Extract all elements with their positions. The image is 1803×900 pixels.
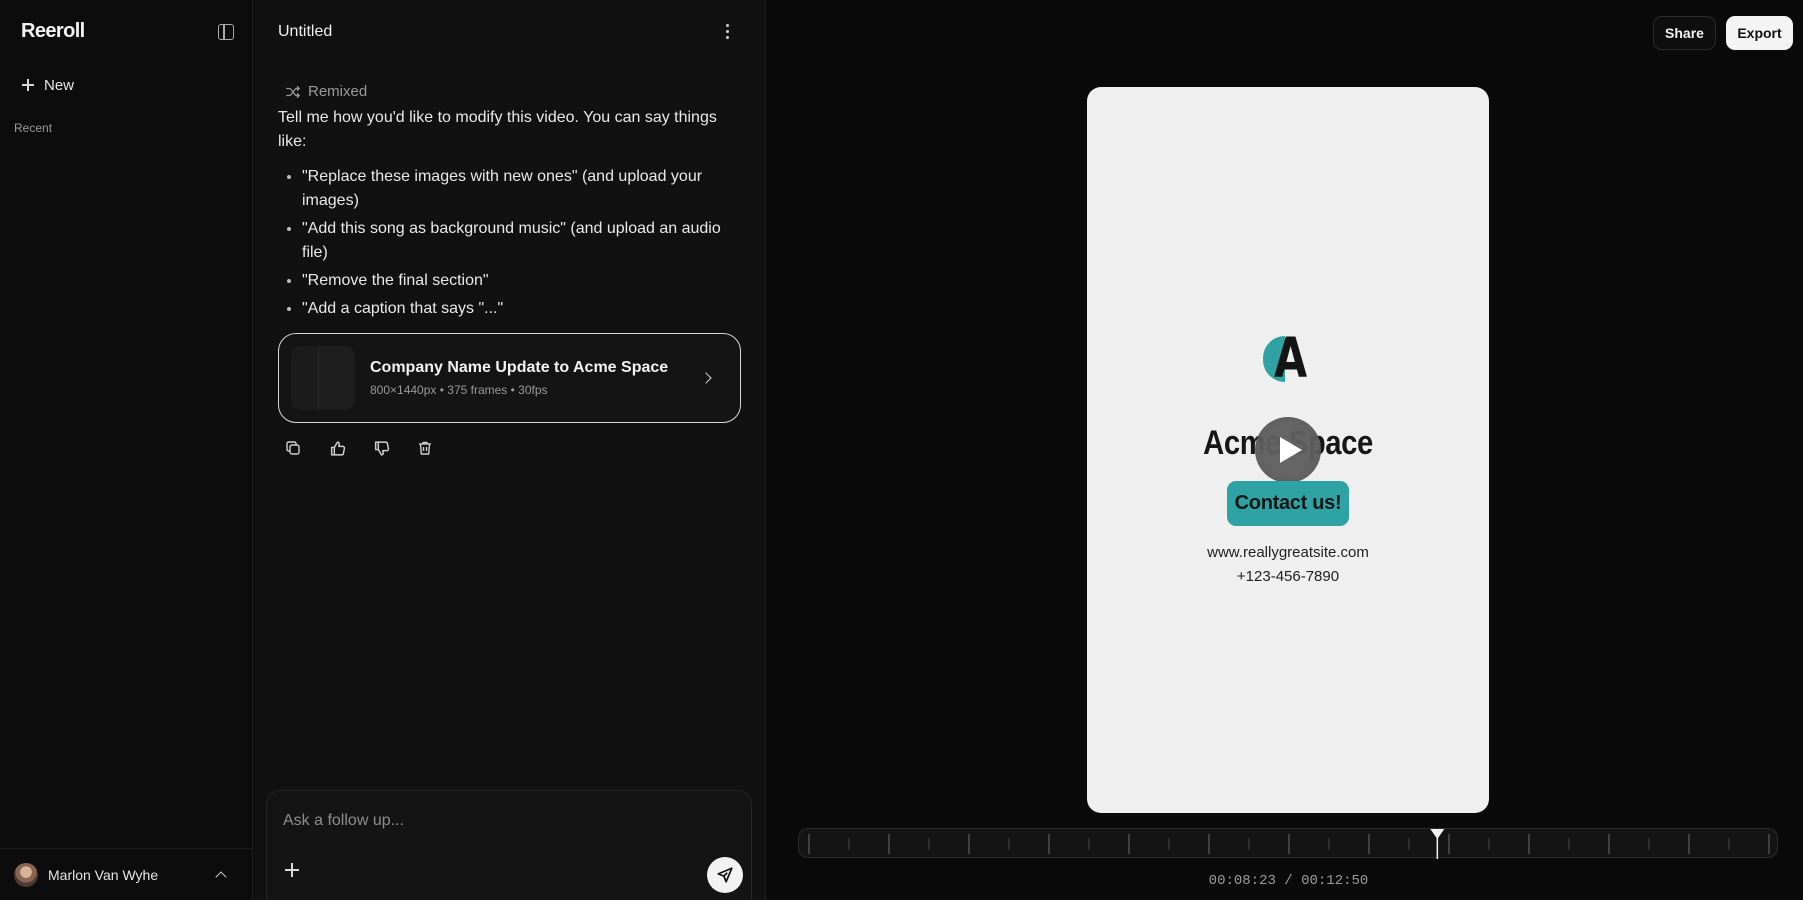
- video-preview[interactable]: A Acme Space Contact us! www.reallygreat…: [1087, 87, 1489, 813]
- chevron-right-icon: [700, 372, 712, 384]
- sidebar: Reeroll New Recent Marlon Van Wyhe: [0, 0, 253, 900]
- remixed-label: Remixed: [308, 83, 368, 100]
- page-title[interactable]: Untitled: [278, 23, 332, 41]
- timecode: 00:08:23 / 00:12:50: [1208, 873, 1369, 889]
- sidebar-toggle-icon[interactable]: [218, 24, 234, 40]
- chat-panel: Untitled Remixed Tell me how you'd like …: [254, 0, 766, 900]
- contact-cta: Contact us!: [1227, 481, 1349, 526]
- list-item: "Add this song as background music" (and…: [302, 217, 748, 265]
- card-meta: 800×1440px • 375 frames • 30fps: [370, 383, 548, 397]
- logo-letter: A: [1274, 326, 1308, 390]
- list-item: "Add a caption that says "...": [302, 297, 748, 321]
- copy-button[interactable]: [282, 437, 304, 459]
- recent-section-label: Recent: [14, 121, 53, 135]
- plus-icon: [22, 79, 34, 91]
- card-title: Company Name Update to Acme Space: [370, 359, 669, 376]
- timeline-scrubber[interactable]: [798, 828, 1778, 859]
- list-item: "Remove the final section": [302, 269, 748, 293]
- video-version-card[interactable]: Company Name Update to Acme Space 800×14…: [278, 333, 741, 423]
- app-logo[interactable]: Reeroll: [21, 20, 85, 43]
- play-button[interactable]: [1255, 417, 1321, 483]
- website-text: www.reallygreatsite.com: [1207, 544, 1369, 561]
- share-button[interactable]: Share: [1653, 16, 1716, 50]
- more-options-icon[interactable]: [724, 24, 730, 42]
- thumbs-down-icon: [374, 440, 389, 456]
- suggestion-list: "Replace these images with new ones" (an…: [302, 165, 748, 325]
- follow-up-input[interactable]: [283, 809, 723, 833]
- shuffle-icon: [286, 85, 300, 98]
- playhead-handle[interactable]: [1430, 829, 1445, 839]
- export-button[interactable]: Export: [1726, 16, 1793, 50]
- copy-icon: [286, 441, 300, 455]
- timeline-ticks: [808, 829, 1770, 859]
- message-actions: [282, 437, 436, 459]
- play-icon: [1280, 437, 1302, 463]
- new-chat-button[interactable]: New: [12, 72, 84, 98]
- trash-icon: [419, 441, 431, 455]
- delete-button[interactable]: [414, 437, 436, 459]
- assistant-message: Tell me how you'd like to modify this vi…: [278, 109, 717, 150]
- thumbs-up-button[interactable]: [326, 437, 348, 459]
- thumbs-up-icon: [330, 440, 345, 456]
- remixed-badge: Remixed: [286, 83, 367, 100]
- video-thumbnail: [291, 346, 355, 410]
- list-item: "Replace these images with new ones" (an…: [302, 165, 748, 213]
- phone-text: +123-456-7890: [1236, 568, 1340, 585]
- company-logo: A: [1263, 331, 1313, 390]
- thumbs-down-button[interactable]: [370, 437, 392, 459]
- new-chat-label: New: [44, 76, 75, 94]
